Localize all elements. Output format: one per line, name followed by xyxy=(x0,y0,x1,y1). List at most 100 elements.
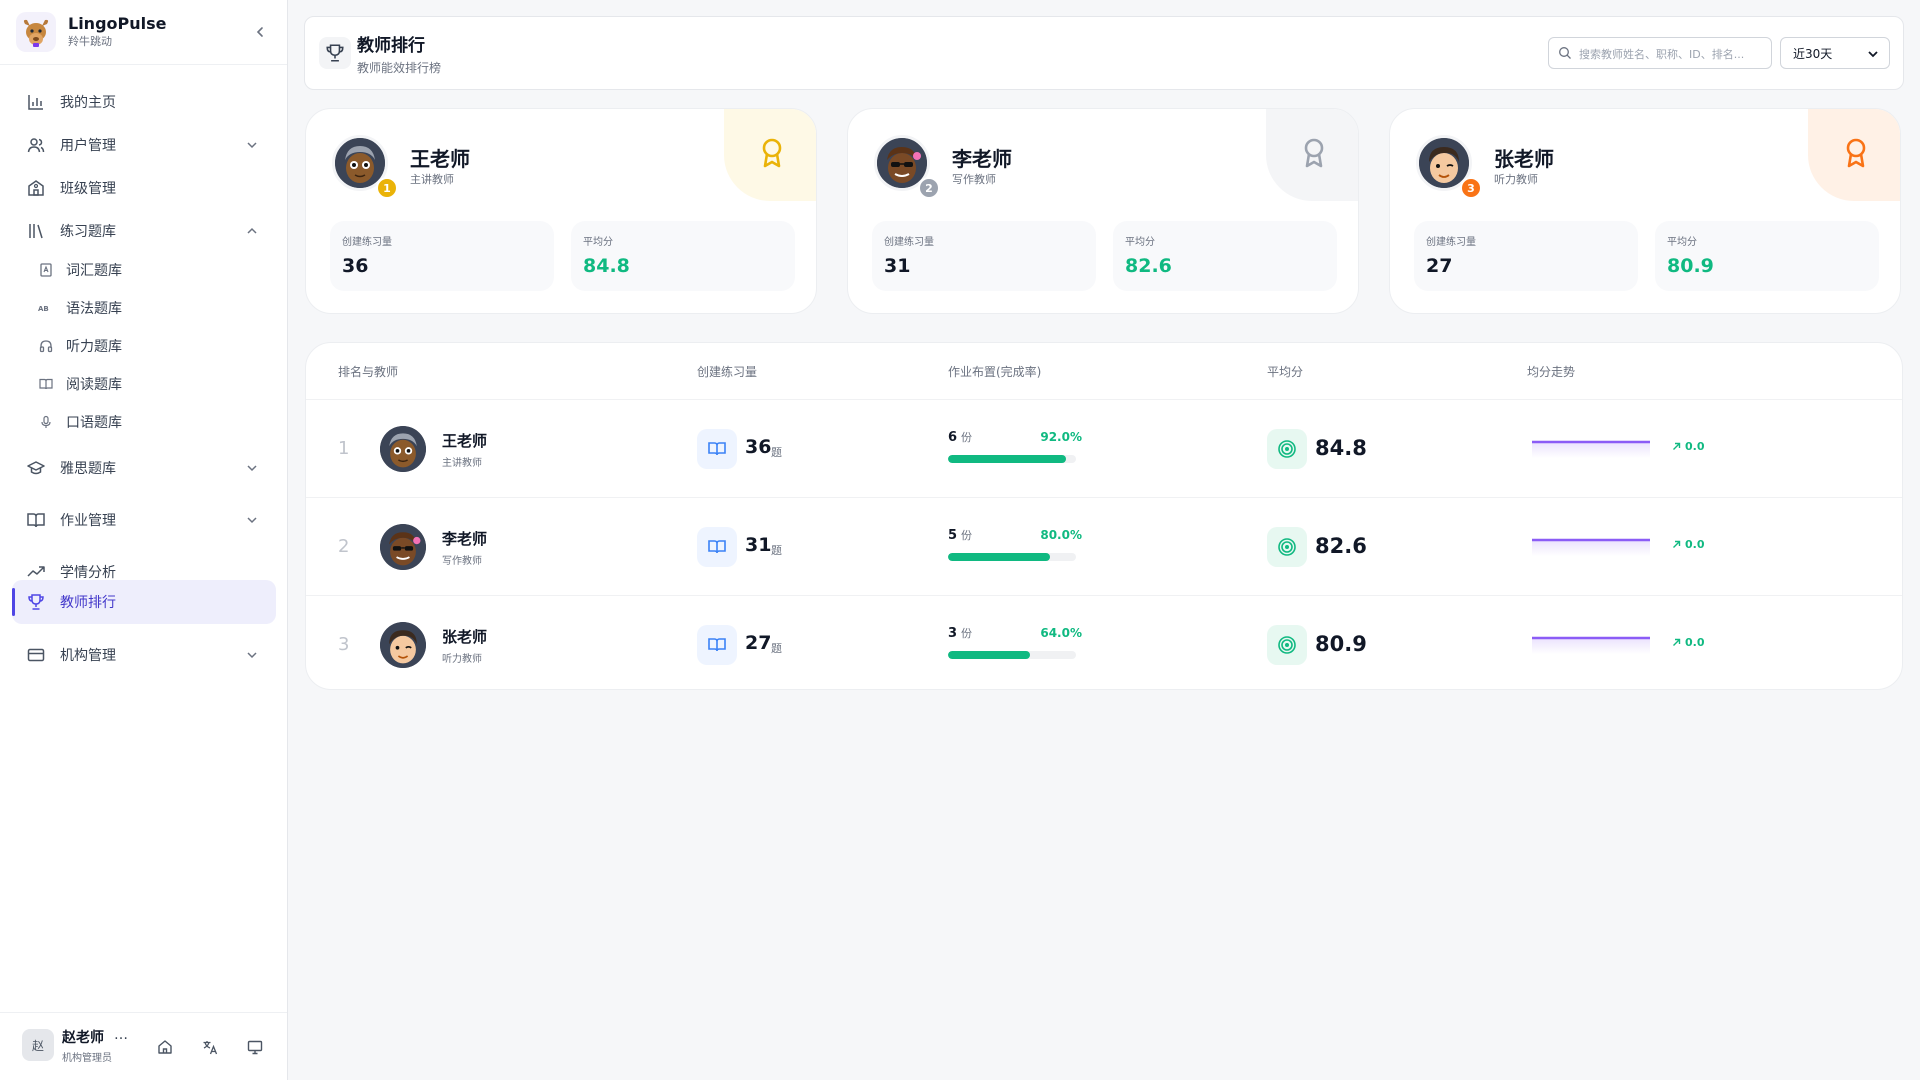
arrow-up-right-icon xyxy=(1673,442,1681,450)
search-input[interactable] xyxy=(1579,44,1765,64)
rank-badge: 2 xyxy=(918,177,940,199)
homework-rate: 64.0% xyxy=(1040,626,1082,640)
chevron-up-icon xyxy=(244,223,260,239)
chevron-down-icon xyxy=(244,460,260,476)
podium-card-3[interactable]: 3 张老师 听力教师 创建练习量 27 平均分 80.9 xyxy=(1389,108,1901,314)
headphones-icon xyxy=(38,338,54,354)
table-row-2[interactable]: 2 李老师 写作教师 31 题 5份 80.0% 82.6 0.0 xyxy=(306,497,1902,595)
column-header: 创建练习量 xyxy=(697,365,758,379)
teacher-name: 李老师 xyxy=(952,147,1012,171)
vocab-icon xyxy=(38,262,54,278)
reading-icon xyxy=(38,376,54,392)
sidebar-item-label: 用户管理 xyxy=(60,138,116,154)
search-icon xyxy=(1559,47,1571,59)
table-row-1[interactable]: 1 王老师 主讲教师 36 题 6份 92.0% 84.8 0.0 xyxy=(306,399,1902,497)
sidebar-item-classes[interactable]: 班级管理 xyxy=(12,166,276,210)
stat-value: 36 xyxy=(342,255,369,277)
date-range-select[interactable]: 近30天 xyxy=(1780,37,1890,69)
sidebar-item-practice-bank[interactable]: 练习题库 xyxy=(12,209,276,253)
avatar xyxy=(380,426,426,472)
sidebar-item-label: 班级管理 xyxy=(60,181,116,197)
sidebar-subitem-vocab[interactable]: 词汇题库 xyxy=(38,254,268,286)
chevron-left-icon xyxy=(256,27,263,37)
trend-delta: 0.0 xyxy=(1672,636,1705,649)
sidebar-subitem-listening[interactable]: 听力题库 xyxy=(38,330,268,362)
sidebar-item-home[interactable]: 我的主页 xyxy=(12,80,276,124)
sidebar-item-ielts-bank[interactable]: 雅思题库 xyxy=(12,446,276,490)
table-row-3[interactable]: 3 张老师 听力教师 27 题 3份 64.0% 80.9 0.0 xyxy=(306,595,1902,689)
sidebar-item-label: 作业管理 xyxy=(60,513,116,529)
sidebar-item-users[interactable]: 用户管理 xyxy=(12,123,276,167)
teacher-role: 写作教师 xyxy=(952,173,996,186)
avatar xyxy=(380,524,426,570)
sidebar-item-organization[interactable]: 机构管理 xyxy=(12,633,276,677)
trend-area xyxy=(1532,540,1650,556)
page-header: 教师排行 教师能效排行榜 近30天 xyxy=(304,16,1904,90)
completion-progress-fill xyxy=(948,455,1066,463)
search-box[interactable] xyxy=(1548,37,1772,69)
stat-label: 创建练习量 xyxy=(342,237,392,248)
display-button[interactable] xyxy=(245,1037,265,1057)
user-avatar[interactable]: 赵 xyxy=(22,1029,54,1061)
users-icon xyxy=(26,135,46,155)
completion-progress-bar xyxy=(948,455,1076,463)
sidebar-item-homework[interactable]: 作业管理 xyxy=(12,498,276,542)
podium-card-1[interactable]: 1 王老师 主讲教师 创建练习量 36 平均分 84.8 xyxy=(305,108,817,314)
brand-subtitle: 羚牛跳动 xyxy=(68,35,112,48)
trophy-icon xyxy=(319,37,351,69)
column-header: 均分走势 xyxy=(1527,365,1576,379)
user-more-button[interactable]: … xyxy=(114,1027,129,1043)
graduation-cap-icon xyxy=(26,458,46,478)
collapse-sidebar-button[interactable] xyxy=(250,22,270,42)
home-icon xyxy=(158,1040,172,1054)
library-icon xyxy=(26,221,46,241)
stat-average: 平均分 84.8 xyxy=(571,221,795,291)
award-icon xyxy=(1846,138,1866,168)
teacher-name: 张老师 xyxy=(442,628,488,646)
home-button[interactable] xyxy=(155,1037,175,1057)
sidebar-divider xyxy=(0,64,287,65)
sidebar-item-teacher-ranking[interactable]: 教师排行 xyxy=(12,580,276,624)
brand-logo xyxy=(16,12,56,52)
column-header: 作业布置(完成率) xyxy=(948,365,1042,379)
sidebar-subitem-speaking[interactable]: 口语题库 xyxy=(38,406,268,438)
language-button[interactable] xyxy=(200,1037,220,1057)
stat-exercises: 创建练习量 31 xyxy=(872,221,1096,291)
ranking-table: 排名与教师 创建练习量 作业布置(完成率) 平均分 均分走势 1 王老师 主讲教… xyxy=(305,342,1903,690)
sidebar-subitem-label: 口语题库 xyxy=(66,415,122,431)
trend-area xyxy=(1532,638,1650,654)
page-subtitle: 教师能效排行榜 xyxy=(357,61,442,75)
column-header: 排名与教师 xyxy=(338,365,399,379)
user-role: 机构管理员 xyxy=(62,1053,112,1064)
stat-value: 27 xyxy=(1426,255,1453,277)
column-header: 平均分 xyxy=(1267,365,1304,379)
takin-mascot-icon xyxy=(23,19,49,47)
podium-card-2[interactable]: 2 李老师 写作教师 创建练习量 31 平均分 82.6 xyxy=(847,108,1359,314)
rank-badge: 1 xyxy=(376,177,398,199)
target-icon xyxy=(1267,429,1307,469)
sidebar-subitem-grammar[interactable]: AB 语法题库 xyxy=(38,292,268,324)
homework-count: 5份 xyxy=(948,528,973,543)
sidebar-item-label: 机构管理 xyxy=(60,648,116,664)
target-icon xyxy=(1267,527,1307,567)
stat-average: 平均分 82.6 xyxy=(1113,221,1337,291)
grammar-icon: AB xyxy=(38,300,54,316)
trophy-icon xyxy=(26,592,46,612)
brand[interactable]: LingoPulse 羚牛跳动 xyxy=(16,12,272,52)
sidebar-subitem-label: 语法题库 xyxy=(66,301,122,317)
school-icon xyxy=(26,178,46,198)
exercise-count: 36 xyxy=(745,436,772,458)
date-range-value: 近30天 xyxy=(1793,46,1833,61)
rank-badge: 3 xyxy=(1460,177,1482,199)
stat-label: 创建练习量 xyxy=(1426,237,1476,248)
exercise-unit: 题 xyxy=(771,642,782,655)
exercise-unit: 题 xyxy=(771,544,782,557)
chevron-down-icon xyxy=(244,647,260,663)
stat-value: 80.9 xyxy=(1667,255,1714,277)
mic-icon xyxy=(38,414,54,430)
sidebar-item-label: 教师排行 xyxy=(60,595,116,611)
teacher-role: 主讲教师 xyxy=(442,458,482,469)
sidebar: LingoPulse 羚牛跳动 我的主页 用户管理 班级管理 练习题库 词汇题库… xyxy=(0,0,288,1080)
sidebar-subitem-reading[interactable]: 阅读题库 xyxy=(38,368,268,400)
card-icon xyxy=(26,645,46,665)
